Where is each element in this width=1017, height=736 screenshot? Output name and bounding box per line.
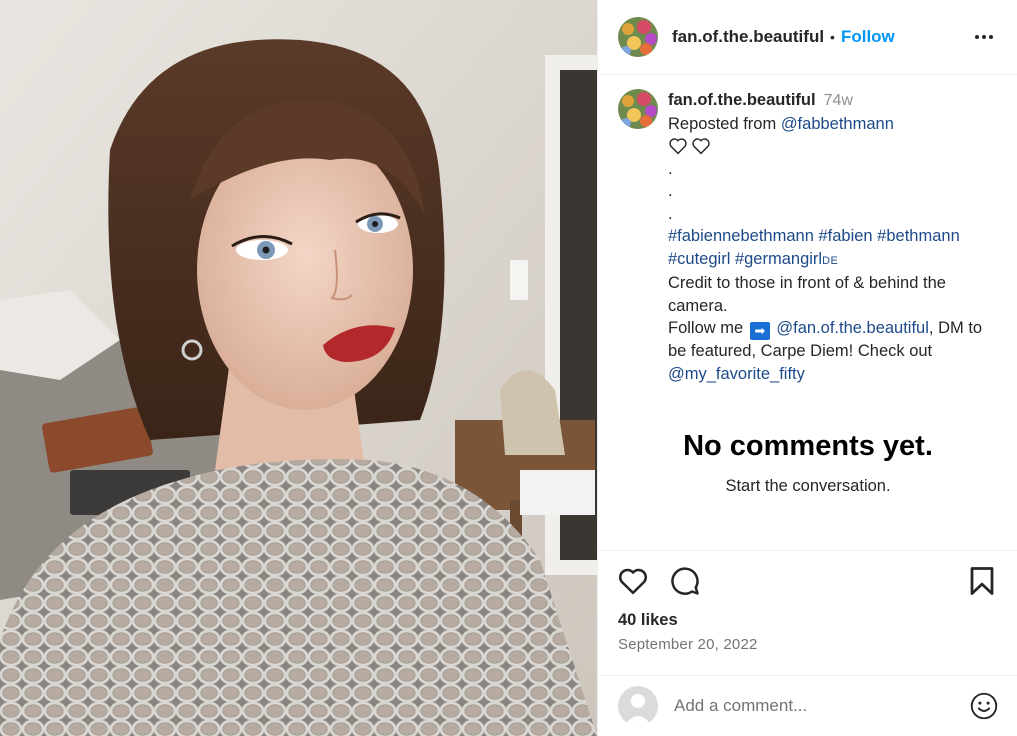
empty-comments: No comments yet. Start the conversation.: [598, 430, 1017, 496]
flag-de: DE: [822, 254, 839, 267]
post-date: September 20, 2022: [618, 636, 758, 653]
reposted-mention[interactable]: @fabbethmann: [781, 115, 894, 133]
caption-username[interactable]: fan.of.the.beautiful: [668, 91, 816, 109]
post-side-panel: fan.of.the.beautiful • Follow fan.of.the…: [597, 0, 1017, 736]
likes-count[interactable]: 40 likes: [618, 611, 678, 630]
dot-line: .: [668, 159, 673, 178]
empty-comments-title: No comments yet.: [683, 430, 933, 462]
bookmark-icon[interactable]: [969, 566, 995, 596]
caption-author-avatar[interactable]: [618, 89, 658, 129]
author-avatar[interactable]: [618, 17, 658, 57]
post-header: fan.of.the.beautiful • Follow: [598, 0, 1017, 75]
post-actions: [618, 566, 995, 596]
empty-comments-subtitle: Start the conversation.: [725, 477, 891, 495]
hashtags-line-1[interactable]: #fabiennebethmann #fabien #bethmann: [668, 225, 997, 248]
comment-bar: [598, 675, 1017, 736]
reposted-prefix: Reposted from: [668, 114, 781, 133]
post-image: [0, 0, 597, 736]
checkout-mention[interactable]: @my_favorite_fifty: [668, 365, 805, 383]
dot-line: .: [668, 204, 673, 223]
comment-input[interactable]: [674, 696, 962, 716]
post-photo[interactable]: [0, 0, 597, 736]
right-arrow-icon: ➡: [749, 322, 770, 340]
comment-bubble-icon[interactable]: [670, 566, 700, 596]
heart-icon[interactable]: [618, 567, 648, 595]
follow-mention[interactable]: @fan.of.the.beautiful: [776, 319, 929, 337]
heart-outline-icon: [692, 138, 710, 155]
credit-text: Credit to those in front of & behind the…: [668, 274, 946, 315]
post-time-ago[interactable]: 74w: [824, 92, 853, 109]
follow-button[interactable]: Follow: [841, 27, 895, 47]
heart-outline-icon: [669, 138, 687, 155]
smiley-icon[interactable]: [970, 692, 998, 720]
separator-dot: •: [830, 29, 835, 45]
more-options-icon[interactable]: [971, 29, 997, 45]
hashtags-line-2[interactable]: #cutegirl #germangirl: [668, 250, 822, 268]
current-user-avatar: [618, 686, 658, 726]
hearts-emoji: [668, 135, 997, 158]
follow-me-text: Follow me: [668, 319, 744, 337]
author-username[interactable]: fan.of.the.beautiful: [672, 27, 824, 47]
dot-line: .: [668, 182, 673, 200]
